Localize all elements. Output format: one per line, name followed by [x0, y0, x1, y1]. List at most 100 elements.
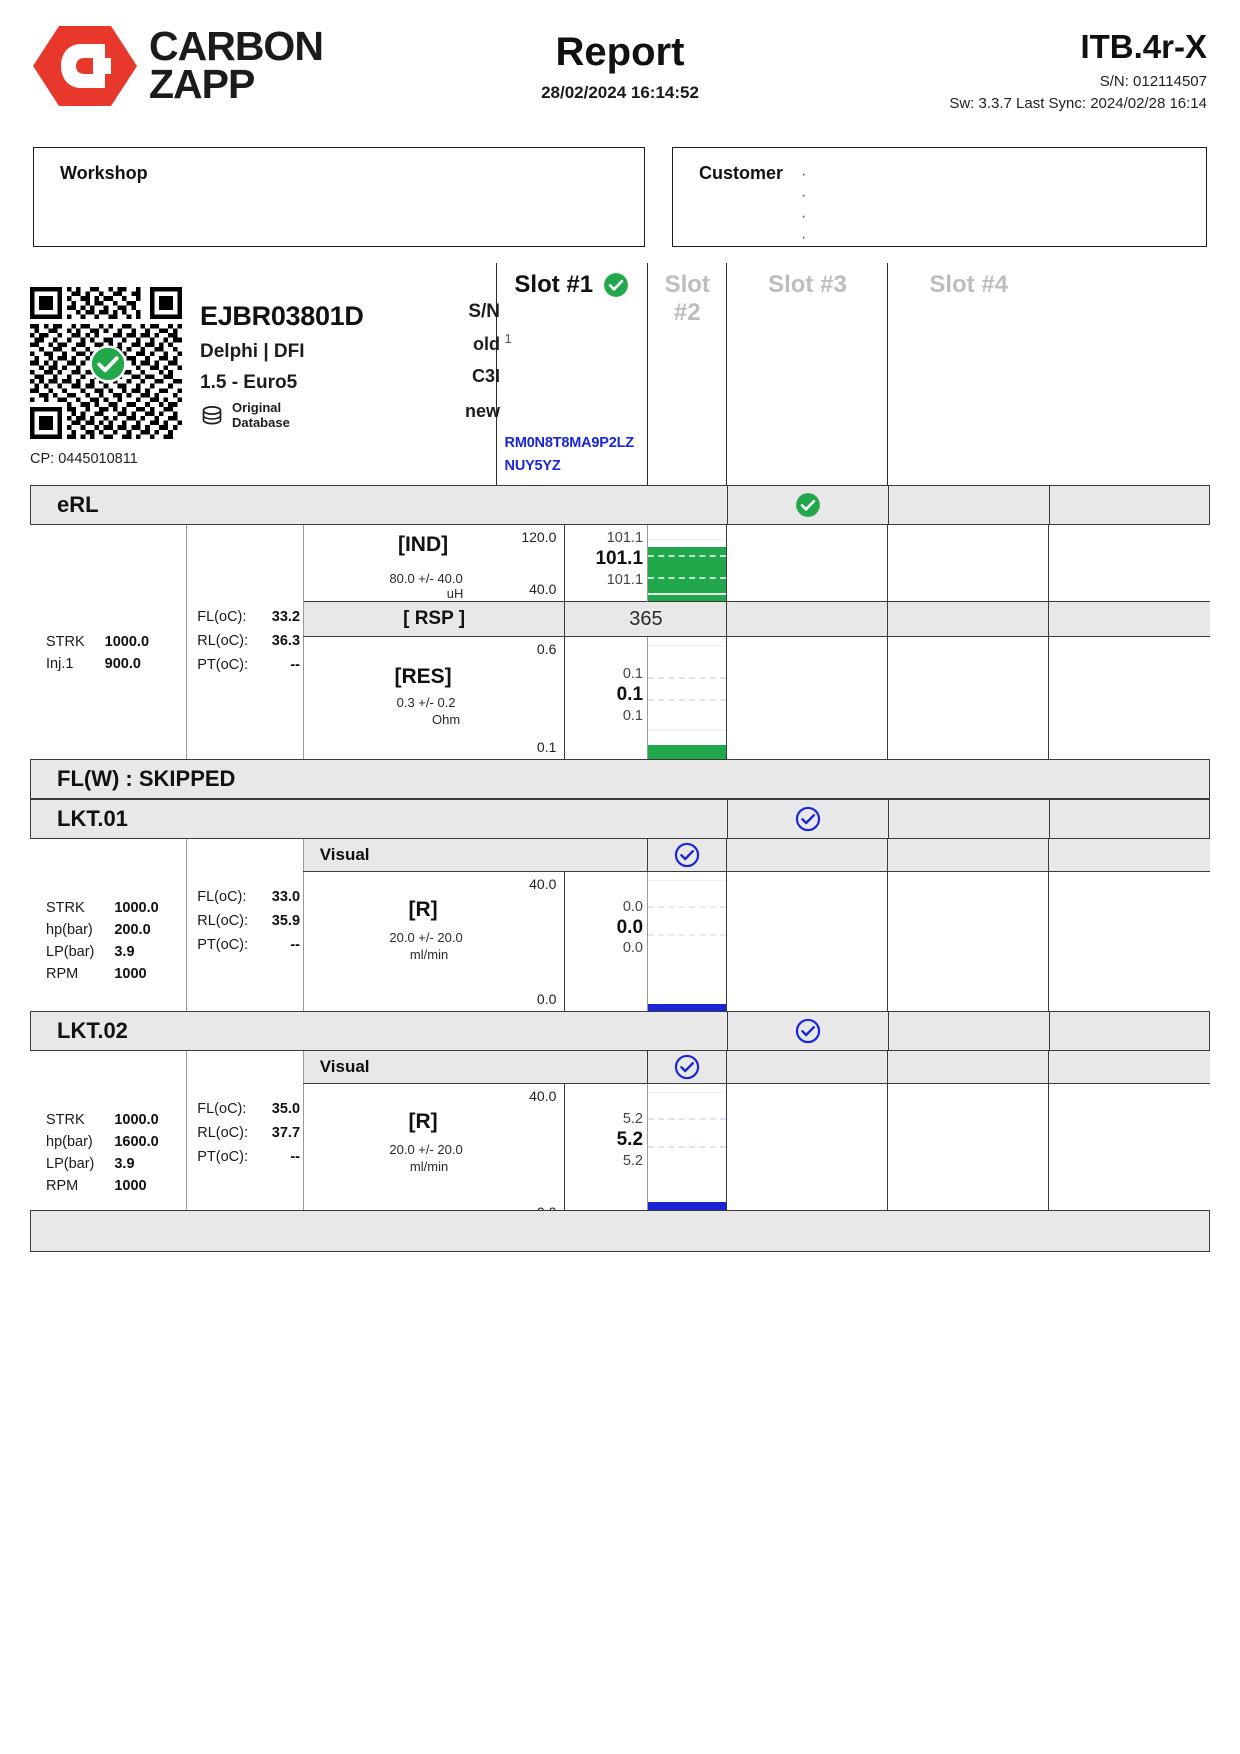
injector-info-cell: CP: 0445010811 EJBR03801D Delphi | DFI 1…	[30, 263, 500, 485]
database-label-line-2: Database	[232, 414, 290, 430]
lkt01-status-cell-slot1	[726, 798, 888, 839]
lkt02-r-graph-slot3	[887, 1083, 1049, 1224]
lkt01-r-values-slot1: 0.0 0.0 0.0	[564, 871, 648, 1011]
lkt01-section-label: LKT.01	[57, 805, 128, 831]
customer-dot-4: ·	[801, 229, 807, 246]
lkt01-r-graph-slot4	[1048, 871, 1210, 1011]
lkt02-r-val-max: 5.2	[622, 1111, 644, 1127]
lkt02-visual-status-wrap	[648, 1051, 727, 1083]
lkt01-status-wrap-2	[887, 798, 1049, 839]
check-circle-green-icon	[89, 345, 127, 383]
erl-temp-key: RL(oC):	[197, 633, 249, 649]
cp-number: CP: 0445010811	[30, 451, 138, 467]
database-icon	[202, 405, 222, 424]
customer-dot-3: ·	[801, 208, 807, 225]
check-circle-blue-icon	[795, 806, 821, 831]
lkt01-param-value: 1000	[114, 965, 147, 982]
lkt01-params-table: STRK 1000.0 hp(bar) 200.0 LP(bar) 3.9 RP…	[36, 887, 161, 987]
erl-ind-graph-slot3	[887, 525, 1049, 602]
erl-param-value: 1000.0	[104, 634, 150, 650]
lkt01-param-key: hp(bar)	[46, 921, 93, 938]
database-label: Original Database	[232, 400, 290, 430]
erl-res-axis-max: 0.6	[536, 641, 557, 657]
customer-dot-lines: · · · ·	[801, 164, 806, 248]
lkt02-temp-row: PT(oC): --	[197, 1149, 300, 1171]
erl-temp-key: PT(oC):	[197, 657, 248, 673]
erl-res-label-cell: [RES] 0.3 +/- 0.2 Ohm 0.6 0.1	[302, 636, 565, 759]
erl-status-wrap-3	[1048, 485, 1210, 525]
workshop-box[interactable]: Workshop	[33, 147, 645, 247]
lkt02-r-graph-slot4	[1048, 1083, 1210, 1224]
lkt01-visual-label-cell: Visual	[302, 838, 648, 872]
erl-param-key: STRK	[46, 634, 85, 650]
customer-dot-2: ·	[801, 187, 807, 204]
injector-sn-label: S/N	[468, 301, 500, 322]
lkt02-r-graph-slot2	[726, 1083, 888, 1224]
slot-3-title: Slot #3	[768, 271, 847, 298]
lkt02-r-label-cell: [R] 20.0 +/- 20.0 ml/min 40.0 0.0	[302, 1083, 565, 1224]
erl-res-label-wrap: [RES] 0.3 +/- 0.2 Ohm	[304, 637, 565, 759]
erl-rsp-slot3	[887, 601, 1049, 637]
lkt01-visual-bar: Visual	[303, 838, 648, 871]
slot-1-title: Slot #1	[514, 271, 594, 298]
lkt01-visual-empty-2	[727, 838, 888, 871]
slot-2-title: Slot #2	[664, 271, 710, 326]
erl-res-name: [RES]	[394, 665, 452, 688]
lkt01-visual-status-slot1	[647, 838, 727, 872]
lkt01-r-value-stack: 0.0 0.0 0.0	[617, 898, 643, 958]
erl-status-cell-slot2	[887, 485, 1049, 525]
erl-res-val-max: 0.1	[622, 666, 644, 682]
lkt02-param-value: 3.9	[114, 1156, 135, 1172]
erl-section-label: eRL	[57, 492, 99, 517]
slot-header-2[interactable]: Slot #2	[647, 263, 727, 327]
lkt01-r-val-max: 0.0	[622, 898, 644, 915]
lkt02-param-row: STRK 1000.0	[46, 1111, 159, 1131]
device-info-block: ITB.4r-X S/N: 012114507 Sw: 3.3.7 Last S…	[949, 28, 1207, 112]
lkt01-visual-status-slot2	[726, 838, 888, 872]
slot-header-3[interactable]: Slot #3	[726, 263, 888, 327]
erl-param-row: Inj.1 900.0	[46, 655, 149, 675]
lkt02-r-val-main: 5.2	[616, 1129, 644, 1151]
erl-ind-graph-area	[648, 525, 727, 601]
erl-rsp-value-cell: 365	[564, 601, 727, 637]
erl-res-values-slot1: 0.1 0.1 0.1	[564, 636, 648, 759]
lkt02-visual-empty-4	[1049, 1051, 1210, 1083]
erl-title-cell: eRL	[30, 485, 727, 525]
lkt02-r-value-stack: 5.2 5.2 5.2	[617, 1110, 643, 1170]
customer-box[interactable]: Customer · · · ·	[672, 147, 1207, 247]
lkt01-visual-empty-3	[888, 838, 1049, 871]
lkt01-temp-row: PT(oC): --	[197, 937, 300, 959]
lkt01-param-value: 1000.0	[114, 899, 159, 916]
slot-header-1[interactable]: Slot #1	[495, 263, 648, 327]
lkt02-visual-status-slot3	[887, 1051, 1049, 1084]
database-label-line-1: Original	[232, 400, 282, 415]
erl-ind-graph-slot2	[726, 525, 888, 602]
lkt02-param-row: RPM 1000	[46, 1177, 159, 1197]
lkt02-temps-cell: FL(oC): 35.0 RL(oC): 37.7 PT(oC): --	[186, 1051, 304, 1224]
lkt02-visual-status-slot1	[647, 1051, 727, 1084]
erl-params-table: STRK 1000.0 Inj.1 900.0	[36, 621, 151, 677]
lkt01-param-key: RPM	[46, 965, 79, 982]
lkt02-param-row: LP(bar) 3.9	[46, 1155, 159, 1175]
slot-header-4[interactable]: Slot #4	[887, 263, 1049, 327]
flw-section-bar: FL(W) : SKIPPED	[30, 758, 1210, 799]
lkt02-temp-key: FL(oC):	[197, 1101, 247, 1117]
lkt02-status-wrap-3	[1048, 1011, 1210, 1051]
slot-header-row: CP: 0445010811 EJBR03801D Delphi | DFI 1…	[30, 263, 1210, 467]
lkt01-param-value: 200.0	[114, 921, 151, 938]
erl-param-row: STRK 1000.0	[46, 633, 149, 653]
lkt02-visual-row: STRK 1000.0 hp(bar) 1600.0 LP(bar) 3.9 R…	[30, 1051, 1210, 1224]
erl-status-cell-slot1	[726, 485, 888, 525]
lkt02-param-key: hp(bar)	[46, 1134, 93, 1150]
erl-res-graph-slot3	[887, 636, 1049, 759]
lkt02-section-header-row: LKT.02	[30, 1011, 1210, 1051]
erl-rsp-slot4	[1048, 601, 1210, 637]
lkt02-visual-empty-3	[888, 1051, 1049, 1083]
lkt02-temp-key: PT(oC):	[197, 1149, 248, 1165]
lkt01-r-label-cell: [R] 20.0 +/- 20.0 ml/min 40.0 0.0	[302, 871, 565, 1011]
lkt01-param-row: RPM 1000	[46, 965, 159, 985]
lkt02-param-key: RPM	[46, 1178, 79, 1194]
erl-res-tolerance: 0.3 +/- 0.2	[396, 695, 456, 710]
erl-status-wrap-1	[726, 485, 888, 525]
lkt01-param-key: LP(bar)	[46, 943, 95, 960]
